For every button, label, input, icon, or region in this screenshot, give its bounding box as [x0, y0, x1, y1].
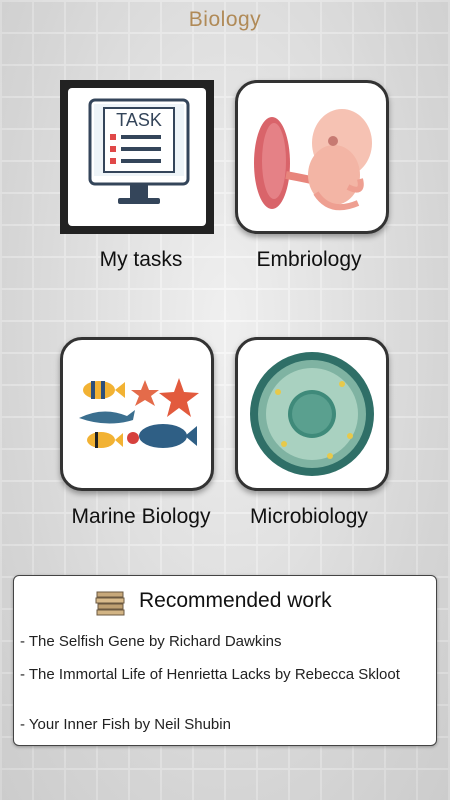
- embriology-tile[interactable]: [235, 80, 389, 234]
- recommended-item: - The Immortal Life of Henrietta Lacks b…: [20, 666, 400, 683]
- tile-label-my-tasks[interactable]: My tasks: [51, 248, 231, 272]
- my-tasks-tile[interactable]: TASK: [60, 80, 214, 234]
- recommended-item: - The Selfish Gene by Richard Dawkins: [20, 633, 282, 650]
- recommended-title: Recommended work: [139, 589, 332, 612]
- marine-biology-tile[interactable]: [60, 337, 214, 491]
- books-icon: [95, 591, 125, 616]
- microbiology-tile[interactable]: [235, 337, 389, 491]
- tile-label-embriology[interactable]: Embriology: [219, 248, 399, 272]
- task-monitor-icon: TASK: [68, 88, 206, 226]
- cell-icon: [250, 352, 374, 476]
- embryo-icon: [254, 109, 372, 211]
- tile-label-microbiology[interactable]: Microbiology: [219, 505, 399, 529]
- page-title: Biology: [188, 8, 262, 31]
- tile-label-marine-biology[interactable]: Marine Biology: [51, 505, 231, 529]
- task-screen-text: TASK: [116, 110, 162, 130]
- marine-life-icon: [79, 378, 199, 448]
- recommended-work-card: Recommended work - The Selfish Gene by R…: [13, 575, 437, 746]
- recommended-item: - Your Inner Fish by Neil Shubin: [20, 716, 231, 733]
